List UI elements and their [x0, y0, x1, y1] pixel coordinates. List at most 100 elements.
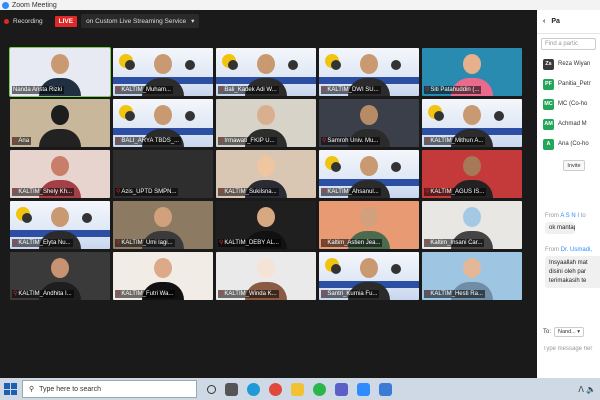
- whatsapp-icon[interactable]: [313, 382, 326, 396]
- windows-start-icon[interactable]: [3, 382, 17, 396]
- participant-name-label: ⚲ KALTIM_AGUS IS...: [424, 187, 487, 196]
- participant-face: [154, 258, 172, 278]
- system-tray[interactable]: ᐱ 🔈: [578, 385, 596, 394]
- participant-video-tile[interactable]: ⚲ KALTIM_DEBY AL...: [216, 201, 316, 249]
- participant-name-label: ⚲ KALTIM_Andhita I...: [12, 289, 74, 298]
- recording-label[interactable]: Recording: [13, 18, 43, 25]
- participant-item[interactable]: A Ana (Co-ho: [537, 134, 600, 154]
- participant-video-tile[interactable]: ⚲ Kaltim_Insani Car...: [422, 201, 522, 249]
- participant-video-tile[interactable]: ⚲ Irmawati_FKIP U...: [216, 99, 316, 147]
- participant-search-input[interactable]: Find a partic: [541, 38, 596, 50]
- mic-muted-icon: ⚲: [322, 188, 327, 195]
- participant-video-tile[interactable]: ⚲ KALTIM_Winda K...: [216, 252, 316, 300]
- teams-icon[interactable]: [335, 382, 348, 396]
- participant-video-tile[interactable]: ⚲ KALTIM_Sukilsna...: [216, 150, 316, 198]
- participant-video-tile[interactable]: ⚲ Kaltim_Astien Jea...: [319, 201, 419, 249]
- chat-from-label: From: [545, 213, 559, 219]
- participant-name-text: Nanda Arista Rizki: [13, 86, 63, 93]
- participant-item[interactable]: MC MC (Co-ho: [537, 94, 600, 114]
- participant-video-tile[interactable]: ⚲ KALTIM_Mithun A...: [422, 99, 522, 147]
- chat-message: ok mantap: [545, 222, 575, 234]
- participant-name-text: KALTIM_Hesti Ra...: [430, 290, 483, 297]
- participant-name-text: KALTIM_Shely Kh...: [18, 188, 72, 195]
- participant-video-tile[interactable]: ⚲ Azis_UPTD SMPN...: [113, 150, 213, 198]
- participant-video-tile[interactable]: ⚲ KALTIM_DWI SU...: [319, 48, 419, 96]
- participant-video-tile[interactable]: ⚲ KALTIM_Elyta Nu...: [10, 201, 110, 249]
- mic-muted-icon: ⚲: [116, 188, 121, 195]
- participant-name-label: ⚲ KALTIM_Elyta Nu...: [12, 238, 73, 247]
- chat-to-label: to: [579, 213, 586, 219]
- participant-video-tile[interactable]: ⚲ BALI_ARYA TBDS_...: [113, 99, 213, 147]
- participant-face: [257, 207, 275, 227]
- live-stream-dropdown[interactable]: on Custom Live Streaming Service ▾: [81, 14, 200, 28]
- taskbar-apps: [207, 382, 392, 396]
- poster-graphic: [331, 264, 341, 274]
- participant-face: [463, 258, 481, 278]
- participant-video-tile[interactable]: Nanda Arista Rizki: [9, 47, 111, 97]
- taskbar-search-input[interactable]: ⚲ Type here to search: [22, 380, 197, 398]
- mic-muted-icon: ⚲: [13, 137, 18, 144]
- participant-video-tile[interactable]: ⚲ KALTIM_Umi lagi...: [113, 201, 213, 249]
- chat-sender-name[interactable]: Dr. Usmadi,: [561, 247, 592, 253]
- collapse-icon[interactable]: ‹: [543, 18, 545, 25]
- file-explorer-icon[interactable]: [291, 382, 304, 396]
- chat-message-header: From Dr. Usmadi,: [537, 244, 600, 256]
- participant-name-label: ⚲ KALTIM_DEBY AL...: [218, 238, 281, 247]
- zoom-icon[interactable]: [357, 382, 370, 396]
- participant-list: Zs Reza Wiyan PF Panitia_Petr MC MC (Co-…: [537, 54, 600, 154]
- poster-graphic: [391, 264, 401, 274]
- participant-name-label: ⚲ KALTIM_Hesti Ra...: [424, 289, 485, 298]
- participant-item[interactable]: Zs Reza Wiyan: [537, 54, 600, 74]
- participants-panel: ‹ Pa Find a partic Zs Reza Wiyan PF Pani…: [537, 10, 600, 378]
- mic-muted-icon: ⚲: [322, 290, 327, 297]
- participant-name-text: Samroh Univ. Mu...: [327, 137, 379, 144]
- participant-name-label: ⚲ KALTIM_Ahsanul...: [321, 187, 381, 196]
- participant-name-text: KALTIM_Sukilsna...: [224, 188, 277, 195]
- avatar: A: [543, 138, 554, 150]
- participant-video-tile[interactable]: ⚲ KALTIM_AGUS IS...: [422, 150, 522, 198]
- poster-graphic: [391, 60, 401, 70]
- taskbar-search-placeholder: Type here to search: [39, 385, 102, 393]
- live-badge[interactable]: LIVE: [54, 15, 78, 27]
- participant-face: [257, 105, 275, 125]
- task-view-icon[interactable]: [225, 382, 238, 396]
- participant-video-tile[interactable]: ⚲ Samroh Univ. Mu...: [319, 99, 419, 147]
- participant-name-label: ⚲ Santri_Kurnia Fu...: [321, 289, 380, 298]
- participant-name-text: KALTIM_Mithun A...: [430, 137, 484, 144]
- participant-video-tile[interactable]: ⚲ Santri_Kurnia Fu...: [319, 252, 419, 300]
- participant-video-tile[interactable]: ⚲ KALTIM_Hesti Ra...: [422, 252, 522, 300]
- participant-video-tile[interactable]: ⚲ KALTIM_Ahsanul...: [319, 150, 419, 198]
- mic-muted-icon: ⚲: [116, 239, 121, 246]
- participant-video-tile[interactable]: ⚲ Bali_Kadek Adi W...: [216, 48, 316, 96]
- participant-name-label: ⚲ Ana: [12, 136, 32, 145]
- participant-name-text: KALTIM_Winda K...: [224, 290, 277, 297]
- participant-item[interactable]: PF Panitia_Petr: [537, 74, 600, 94]
- participant-item[interactable]: AM Achmad M: [537, 114, 600, 134]
- participant-face: [463, 207, 481, 227]
- participant-video-tile[interactable]: ⚲ KALTIM_Shely Kh...: [10, 150, 110, 198]
- participant-name: Achmad M: [558, 121, 587, 127]
- participant-face: [154, 105, 172, 125]
- participant-name-text: KALTIM_Futri Wa...: [121, 290, 174, 297]
- chat-recipient-dropdown[interactable]: Nand... ▾: [554, 327, 585, 337]
- participant-video-tile[interactable]: ⚲ KALTIM_Muham...: [113, 48, 213, 96]
- participant-name-label: ⚲ Kaltim_Insani Car...: [424, 238, 485, 247]
- mic-muted-icon: ⚲: [116, 86, 121, 93]
- mic-muted-icon: ⚲: [322, 86, 327, 93]
- cortana-icon[interactable]: [207, 384, 216, 394]
- photos-icon[interactable]: [379, 382, 392, 396]
- edge-icon[interactable]: [247, 382, 260, 396]
- chat-message-input[interactable]: Type message her: [537, 346, 600, 358]
- participant-video-tile[interactable]: ⚲ KALTIM_Futri Wa...: [113, 252, 213, 300]
- participant-video-tile[interactable]: ⚲ KALTIM_Andhita I...: [10, 252, 110, 300]
- participant-video-tile[interactable]: ⚲ Siti Patahuddin (...: [422, 48, 522, 96]
- participant-video-tile[interactable]: ⚲ Ana: [10, 99, 110, 147]
- invite-button[interactable]: Invite: [563, 160, 585, 171]
- participant-face: [154, 207, 172, 227]
- participant-name: Panitia_Petr: [558, 81, 591, 87]
- top-toolbar: Recording LIVE on Custom Live Streaming …: [0, 10, 537, 32]
- chrome-icon[interactable]: [269, 382, 282, 396]
- poster-graphic: [494, 111, 504, 121]
- participant-name: MC (Co-ho: [558, 101, 588, 107]
- chat-sender-name[interactable]: A S N I: [560, 213, 579, 219]
